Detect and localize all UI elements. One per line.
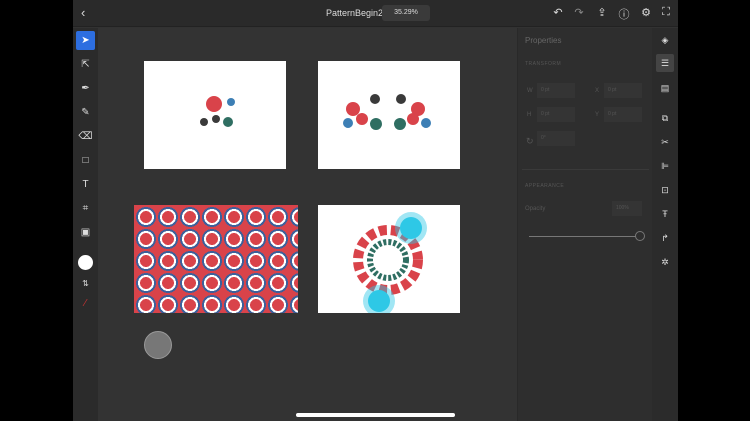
width-field[interactable]: 0 pt bbox=[537, 83, 575, 98]
pin-pattern-small bbox=[200, 96, 235, 127]
height-field[interactable]: 0 pt bbox=[537, 107, 575, 122]
text-tool-icon[interactable]: T bbox=[76, 175, 95, 194]
rectangle-tool-icon[interactable]: □ bbox=[76, 151, 95, 170]
divider bbox=[522, 169, 649, 170]
artboard-3-pattern-fill[interactable] bbox=[134, 205, 298, 313]
settings-gear-icon[interactable]: ⚙ bbox=[639, 6, 653, 19]
opacity-label: Opacity bbox=[525, 206, 546, 212]
pen-tool-icon[interactable]: ✒ bbox=[76, 79, 95, 98]
document-title[interactable]: PatternBegin2 bbox=[326, 8, 383, 18]
eraser-tool-icon[interactable]: ⌫ bbox=[76, 127, 95, 146]
fullscreen-icon[interactable]: ⛶ bbox=[659, 6, 673, 19]
artboard-4[interactable] bbox=[318, 205, 460, 317]
select-tool-icon[interactable]: ➤ bbox=[76, 31, 95, 50]
artboard-2[interactable] bbox=[318, 61, 460, 169]
scissors-icon[interactable]: ✂ bbox=[656, 133, 674, 151]
share-icon[interactable]: ⇪ bbox=[595, 6, 609, 19]
height-label: H bbox=[527, 112, 532, 118]
canvas[interactable] bbox=[98, 28, 517, 421]
stroke-color-swatch[interactable]: ⁄ bbox=[76, 294, 95, 313]
radial-repeat-icon[interactable]: ✲ bbox=[656, 253, 674, 271]
app-window: ‹ PatternBegin2 35.29% ↶ ↷ ⇪ ⓘ ⚙ ⛶ ➤ ⇱ ✒… bbox=[73, 0, 678, 421]
transform-tool-icon[interactable]: ⌗ bbox=[76, 199, 95, 218]
left-toolbar: ➤ ⇱ ✒ ✎ ⌫ □ T ⌗ ▣ ⇅ ⁄ bbox=[73, 28, 98, 421]
home-indicator[interactable] bbox=[296, 413, 455, 417]
zoom-level[interactable]: 35.29% bbox=[382, 5, 430, 21]
align-icon[interactable]: ⊫ bbox=[656, 157, 674, 175]
width-label: W bbox=[527, 88, 533, 94]
rotation-field[interactable]: 0° bbox=[537, 131, 575, 146]
layers-icon[interactable]: ◈ bbox=[656, 31, 674, 49]
swap-colors-icon[interactable]: ⇅ bbox=[76, 274, 95, 293]
opacity-slider-track[interactable] bbox=[529, 236, 639, 237]
top-bar: ‹ PatternBegin2 35.29% ↶ ↷ ⇪ ⓘ ⚙ ⛶ bbox=[73, 0, 678, 27]
repeat-icon[interactable]: ⊡ bbox=[656, 181, 674, 199]
touch-modifier-button[interactable] bbox=[144, 331, 172, 359]
pin-radial-pattern bbox=[353, 212, 427, 317]
opacity-field[interactable]: 100% bbox=[612, 201, 642, 216]
combine-shapes-icon[interactable]: ⧉ bbox=[656, 109, 674, 127]
x-label: X bbox=[595, 88, 600, 94]
right-toolbar: ◈ ☰ ▤ ⧉ ✂ ⊫ ⊡ Ŧ ↱ ✲ bbox=[652, 28, 678, 421]
transform-section-label: TRANSFORM bbox=[525, 61, 562, 67]
pin-pattern-arc bbox=[343, 94, 431, 130]
fill-color-swatch[interactable] bbox=[78, 255, 93, 270]
y-field[interactable]: 0 pt bbox=[604, 107, 642, 122]
properties-icon[interactable]: ☰ bbox=[656, 54, 674, 72]
undo-icon[interactable]: ↶ bbox=[551, 6, 565, 19]
x-field[interactable]: 0 pt bbox=[604, 83, 642, 98]
opacity-slider-thumb[interactable] bbox=[635, 231, 645, 241]
help-icon[interactable]: ⓘ bbox=[617, 6, 631, 22]
y-label: Y bbox=[595, 112, 600, 118]
libraries-icon[interactable]: ▤ bbox=[656, 79, 674, 97]
properties-title: Properties bbox=[525, 36, 562, 45]
redo-icon[interactable]: ↷ bbox=[572, 6, 586, 19]
rotate-icon: ↻ bbox=[526, 136, 534, 146]
pencil-tool-icon[interactable]: ✎ bbox=[76, 103, 95, 122]
image-tool-icon[interactable]: ▣ bbox=[76, 223, 95, 242]
direct-select-tool-icon[interactable]: ⇱ bbox=[76, 55, 95, 74]
artboard-1[interactable] bbox=[144, 61, 286, 169]
path-icon[interactable]: ↱ bbox=[656, 229, 674, 247]
appearance-section-label: APPEARANCE bbox=[525, 183, 565, 189]
back-button[interactable]: ‹ bbox=[81, 5, 85, 20]
properties-panel: Properties TRANSFORM W 0 pt X 0 pt H 0 p… bbox=[517, 28, 652, 421]
type-icon[interactable]: Ŧ bbox=[656, 205, 674, 223]
